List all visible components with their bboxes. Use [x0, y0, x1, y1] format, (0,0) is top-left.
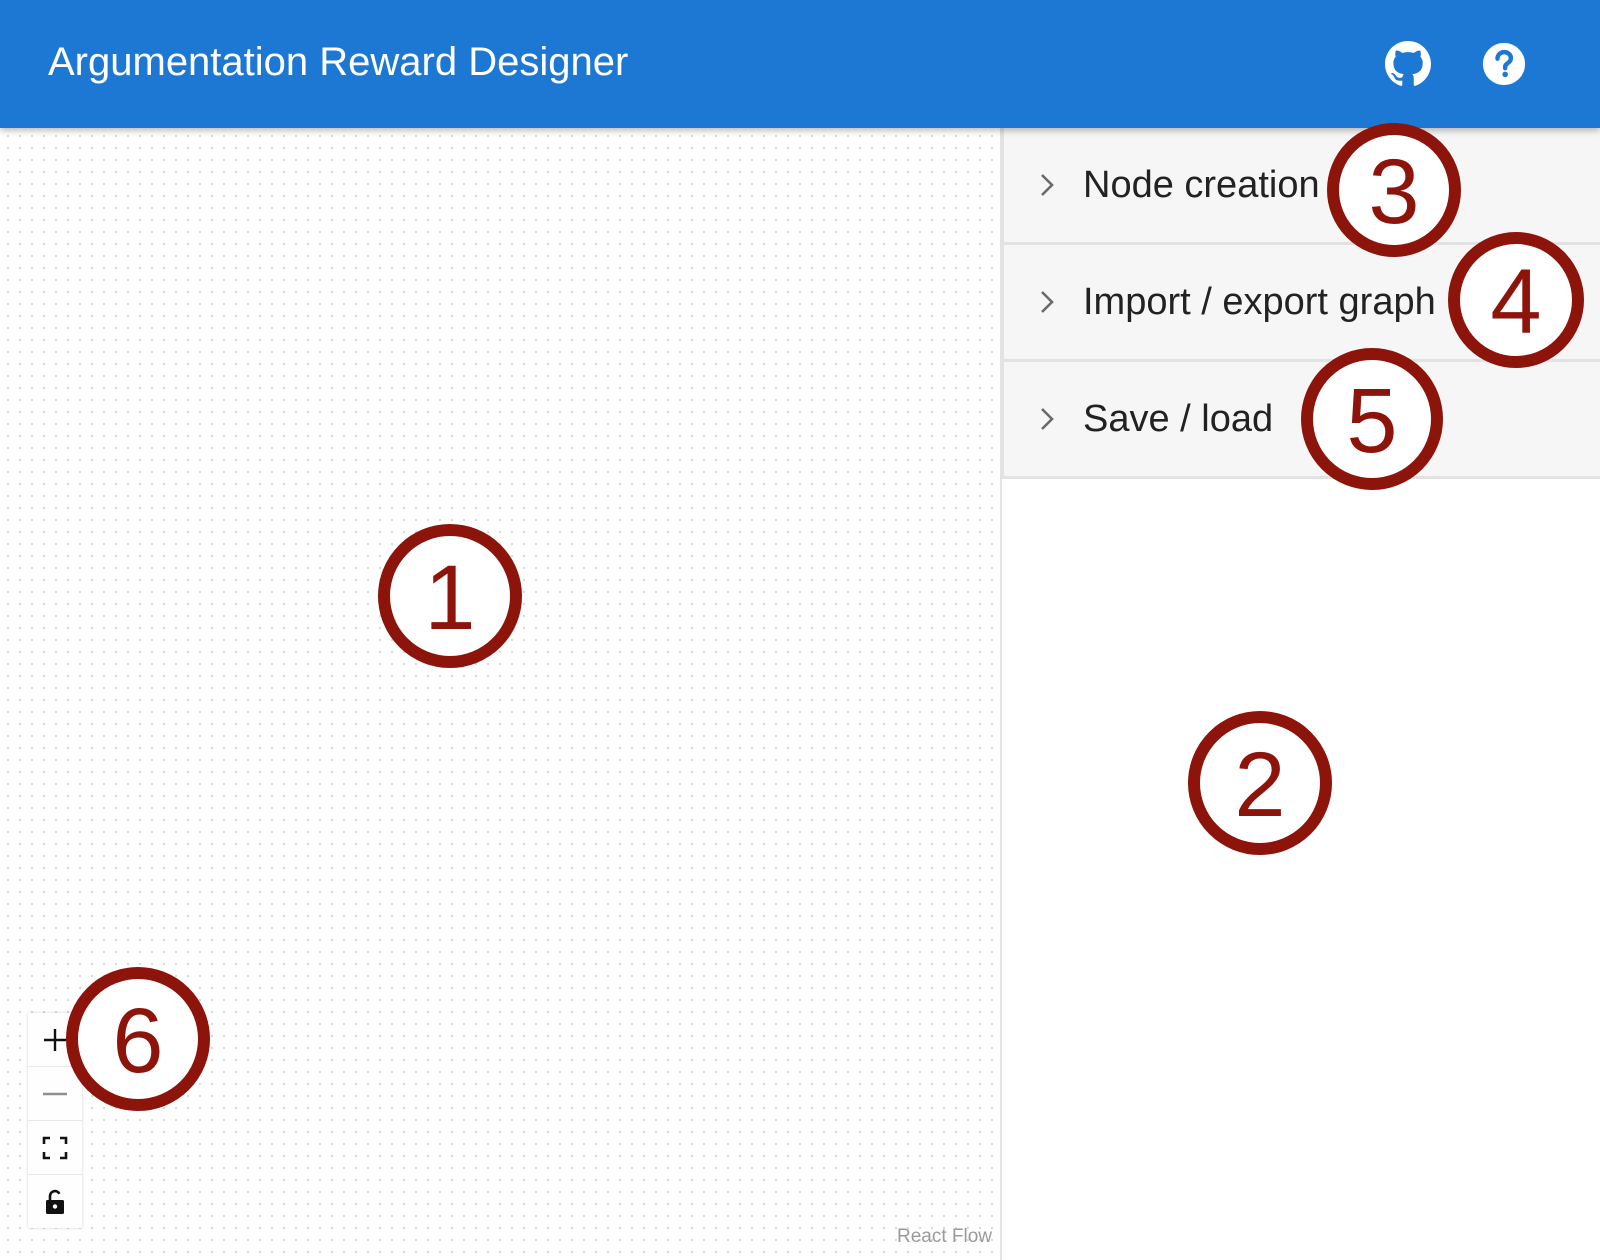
github-icon — [1385, 41, 1431, 86]
react-flow-attribution[interactable]: React Flow — [897, 1226, 992, 1248]
app-title: Argumentation Reward Designer — [48, 40, 629, 84]
callout-2: 2 — [1188, 711, 1332, 855]
fit-view-icon — [42, 1136, 68, 1159]
callout-4: 4 — [1448, 232, 1584, 368]
help-icon — [1482, 42, 1526, 86]
callout-number: 5 — [1346, 370, 1398, 472]
callout-6: 6 — [66, 967, 210, 1111]
toggle-interactivity-button[interactable] — [28, 1175, 82, 1228]
accordion-label: Import / export graph — [1083, 280, 1436, 323]
callout-number: 1 — [424, 547, 476, 649]
callout-3: 3 — [1327, 123, 1461, 257]
plus-icon — [44, 1028, 66, 1051]
chevron-right-icon — [1041, 408, 1054, 430]
lock-icon — [46, 1189, 64, 1214]
fit-view-button[interactable] — [28, 1121, 82, 1175]
github-button[interactable] — [1380, 36, 1436, 92]
callout-number: 2 — [1234, 734, 1286, 836]
callout-1: 1 — [378, 524, 522, 668]
app-bar: Argumentation Reward Designer — [0, 0, 1600, 128]
callout-number: 6 — [112, 990, 164, 1092]
zoom-out-button[interactable] — [28, 1067, 82, 1121]
callout-5: 5 — [1301, 348, 1443, 490]
chevron-right-icon — [1041, 174, 1054, 196]
accordion-label: Save / load — [1083, 397, 1274, 440]
callout-number: 3 — [1368, 141, 1420, 243]
accordion-node-creation[interactable]: Node creation — [1002, 128, 1600, 245]
callout-number: 4 — [1490, 251, 1542, 353]
chevron-right-icon — [1041, 291, 1054, 313]
minus-icon — [43, 1092, 67, 1095]
help-button[interactable] — [1476, 36, 1532, 92]
accordion-label: Node creation — [1083, 163, 1320, 206]
